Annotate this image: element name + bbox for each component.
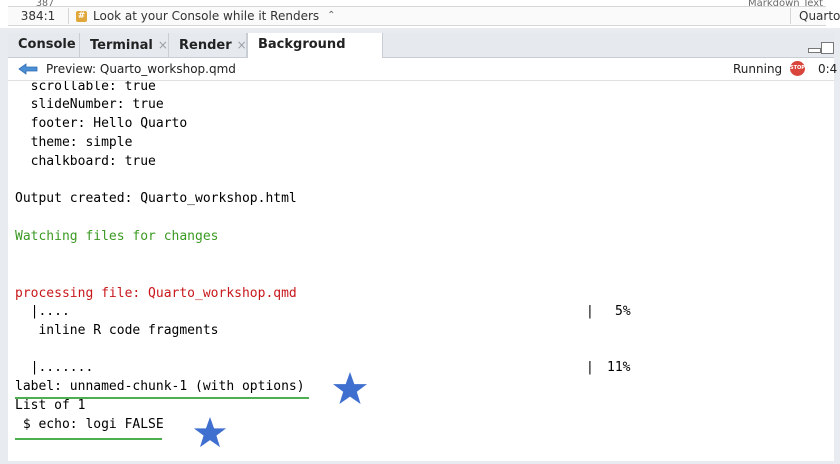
console-line: inline R code fragments (15, 323, 219, 338)
job-title: Preview: Quarto_workshop.qmd (46, 62, 236, 76)
progress-percent: 11% (607, 360, 631, 375)
tab-render-label: Render (179, 38, 232, 53)
job-status: Running (733, 62, 783, 76)
progress-bar-end: | (586, 304, 594, 319)
chevron-updown-icon: ⌃ (327, 10, 336, 21)
console-line: slideNumber: true (15, 97, 164, 112)
progress-bar-line: |....... (15, 360, 94, 375)
console-line: scrollable: true (15, 81, 156, 94)
editor-status-bar: 384:1 # Look at your Console while it Re… (8, 6, 840, 26)
minimize-pane-icon[interactable] (808, 48, 821, 53)
maximize-pane-icon[interactable] (821, 42, 834, 54)
console-line: Watching files for changes (15, 229, 219, 244)
document-type-selector[interactable]: Quarto (790, 8, 840, 24)
progress-bar-line: |.... (15, 304, 70, 319)
console-line: footer: Hello Quarto (15, 116, 188, 131)
back-arrow-icon[interactable] (18, 63, 38, 75)
chunk-navigator-label: Look at your Console while it Renders (93, 9, 320, 23)
tab-console[interactable]: Console (8, 33, 80, 57)
pane-tabbar: Console Terminal × Render × Background Job… (8, 33, 834, 77)
star-icon (193, 416, 227, 448)
cursor-position: 384:1 (8, 8, 69, 24)
console-line: chalkboard: true (15, 154, 156, 169)
progress-percent: 5% (615, 304, 631, 319)
tab-render[interactable]: Render × (169, 33, 247, 57)
chunk-hash-icon: # (76, 10, 87, 22)
console-line: theme: simple (15, 135, 133, 150)
console-line: label: unnamed-chunk-1 (with options) (15, 379, 305, 394)
job-elapsed-time: 0:4 (818, 62, 838, 76)
console-line: List of 1 (15, 398, 86, 413)
tab-background-jobs[interactable]: Background Jobs× (247, 33, 383, 77)
underline-annotation (15, 438, 162, 440)
console-line: $ echo: logi FALSE (15, 417, 164, 432)
close-icon[interactable]: × (237, 38, 247, 52)
tab-terminal-label: Terminal (90, 38, 153, 53)
chunk-navigator[interactable]: # Look at your Console while it Renders … (76, 8, 336, 24)
pane-window-controls (808, 42, 834, 54)
tab-terminal[interactable]: Terminal × (80, 33, 169, 57)
underline-annotation (15, 397, 309, 399)
console-output: scrollable: true slideNumber: true foote… (8, 81, 834, 461)
stop-icon[interactable]: STOP (790, 61, 805, 76)
job-toolbar: Preview: Quarto_workshop.qmd Running STO… (8, 58, 838, 81)
tab-console-label: Console (18, 37, 76, 52)
console-line: processing file: Quarto_workshop.qmd (15, 286, 297, 301)
close-icon[interactable]: × (158, 38, 168, 52)
console-line: Output created: Quarto_workshop.html (15, 191, 297, 206)
progress-bar-end: | (586, 360, 594, 375)
star-icon (333, 372, 367, 404)
editor-strip: 387 Markdown Text 384:1 # Look at your C… (0, 0, 840, 29)
